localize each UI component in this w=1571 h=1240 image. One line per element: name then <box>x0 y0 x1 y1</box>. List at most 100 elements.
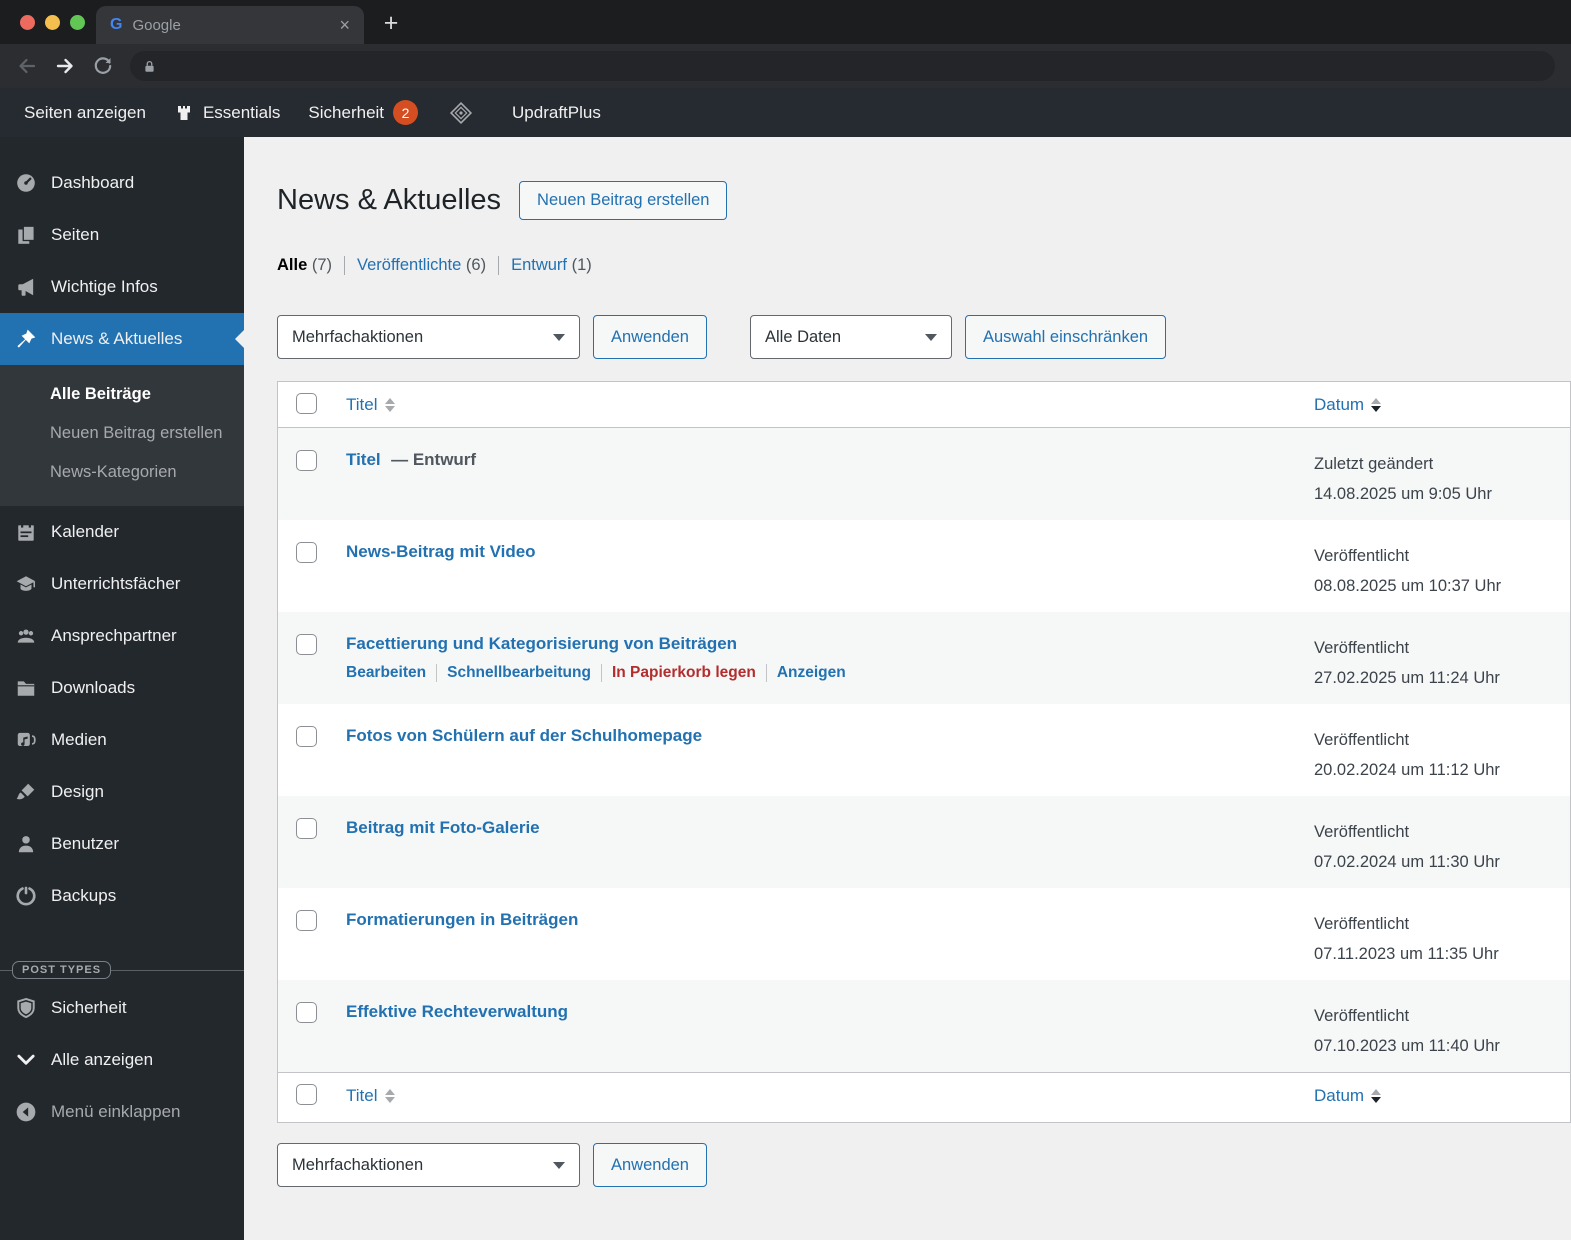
megaphone-icon <box>18 278 34 296</box>
trash-action-link[interactable]: In Papierkorb legen <box>602 664 767 682</box>
sidebar-item-benutzer[interactable]: Benutzer <box>0 818 244 870</box>
sort-arrows-icon <box>384 398 395 412</box>
post-date: 07.02.2024 um 11:30 Uhr <box>1314 853 1500 871</box>
minimize-window-button[interactable] <box>45 15 60 30</box>
select-all-checkbox[interactable] <box>296 393 317 414</box>
close-window-button[interactable] <box>20 15 35 30</box>
row-checkbox[interactable] <box>296 726 317 747</box>
admin-bar-diamond[interactable] <box>432 88 490 137</box>
brush-icon <box>16 783 35 800</box>
select-chevron-icon <box>924 333 937 341</box>
restrict-selection-button[interactable]: Auswahl einschränken <box>964 315 1167 359</box>
zoom-window-button[interactable] <box>70 15 85 30</box>
title-column-footer: Titel <box>346 1086 378 1105</box>
security-count-badge: 2 <box>393 100 419 125</box>
post-date: 14.08.2025 um 9:05 Uhr <box>1314 485 1492 503</box>
submenu-neuen-beitrag-erstellen[interactable]: Neuen Beitrag erstellen <box>0 414 244 453</box>
sort-arrows-icon <box>384 1089 395 1103</box>
table-header: Titel Datum <box>278 382 1570 428</box>
chevron-down-icon <box>17 1054 35 1065</box>
sidebar-label: Dashboard <box>51 173 135 192</box>
sort-by-title[interactable]: Titel <box>346 1086 395 1106</box>
sidebar-label: Design <box>51 782 104 801</box>
row-checkbox[interactable] <box>296 818 317 839</box>
post-title-link[interactable]: News-Beitrag mit Video <box>346 542 536 561</box>
user-icon <box>18 836 34 853</box>
table-row: Facettierung und Kategorisierung von Bei… <box>278 612 1570 704</box>
row-checkbox[interactable] <box>296 542 317 563</box>
sidebar-item-sicherheit[interactable]: Sicherheit <box>0 982 244 1034</box>
table-row: Titel — Entwurf Zuletzt geändert 14.08.2… <box>278 428 1570 520</box>
post-title-link[interactable]: Titel <box>346 450 381 469</box>
select-all-checkbox[interactable] <box>296 1084 317 1105</box>
post-types-separator: POST TYPES <box>0 958 244 982</box>
tab-close-icon[interactable]: × <box>339 15 350 36</box>
filter-count: (6) <box>465 256 487 274</box>
bulk-actions-select-bottom[interactable]: Mehrfachaktionen <box>277 1143 580 1187</box>
row-checkbox[interactable] <box>296 1002 317 1023</box>
calendar-icon <box>18 523 34 541</box>
sidebar-item-medien[interactable]: Medien <box>0 714 244 766</box>
news-submenu: Alle Beiträge Neuen Beitrag erstellen Ne… <box>0 365 244 506</box>
post-title-link[interactable]: Fotos von Schülern auf der Schulhomepage <box>346 726 702 745</box>
sidebar-item-kalender[interactable]: Kalender <box>0 506 244 558</box>
sidebar-item-wichtige-infos[interactable]: Wichtige Infos <box>0 261 244 313</box>
post-title-link[interactable]: Beitrag mit Foto-Galerie <box>346 818 540 837</box>
post-title-link[interactable]: Facettierung und Kategorisierung von Bei… <box>346 634 737 653</box>
admin-bar-security[interactable]: Sicherheit 2 <box>294 88 432 137</box>
post-title-link[interactable]: Formatierungen in Beiträgen <box>346 910 578 929</box>
essentials-label: Essentials <box>202 102 281 122</box>
bulk-actions-select[interactable]: Mehrfachaktionen <box>277 315 580 359</box>
admin-bar-updraftplus[interactable]: UpdraftPlus <box>490 88 615 137</box>
sidebar-item-dashboard[interactable]: Dashboard <box>0 157 244 209</box>
forward-icon[interactable] <box>54 55 76 77</box>
updraftplus-label: UpdraftPlus <box>512 102 601 122</box>
sort-by-date[interactable]: Datum <box>1314 395 1382 415</box>
sidebar-label: Ansprechpartner <box>51 626 177 645</box>
sidebar-item-design[interactable]: Design <box>0 766 244 818</box>
filter-veroeffentlichte[interactable]: Veröffentlichte (6) <box>345 256 500 275</box>
sort-by-title[interactable]: Titel <box>346 395 395 415</box>
row-checkbox[interactable] <box>296 910 317 931</box>
edit-action-link[interactable]: Bearbeiten <box>346 664 438 682</box>
sort-by-date[interactable]: Datum <box>1314 1086 1382 1106</box>
sidebar-item-news-aktuelles[interactable]: News & Aktuelles <box>0 313 244 365</box>
submenu-alle-beitraege[interactable]: Alle Beiträge <box>0 375 244 414</box>
apply-button[interactable]: Anwenden <box>593 315 707 359</box>
post-status: Veröffentlicht <box>1314 1007 1410 1025</box>
post-status: Zuletzt geändert <box>1314 455 1434 473</box>
row-checkbox[interactable] <box>296 634 317 655</box>
apply-button-bottom[interactable]: Anwenden <box>593 1143 707 1187</box>
filter-alle[interactable]: Alle (7) <box>277 256 346 275</box>
address-bar[interactable] <box>130 51 1555 81</box>
back-icon[interactable] <box>16 55 38 77</box>
sidebar-item-menue-einklappen[interactable]: Menü einklappen <box>0 1086 244 1138</box>
gauge-icon <box>17 174 35 192</box>
new-post-button[interactable]: Neuen Beitrag erstellen <box>519 181 728 220</box>
sidebar-item-backups[interactable]: Backups <box>0 870 244 922</box>
post-date: 07.10.2023 um 11:40 Uhr <box>1314 1037 1500 1055</box>
reload-icon[interactable] <box>92 55 114 77</box>
view-action-link[interactable]: Anzeigen <box>767 664 856 682</box>
sidebar-item-unterrichtsfaecher[interactable]: Unterrichtsfächer <box>0 558 244 610</box>
sidebar-item-ansprechpartner[interactable]: Ansprechpartner <box>0 610 244 662</box>
admin-bar-essentials[interactable]: Essentials <box>160 88 294 137</box>
admin-bar-view-pages[interactable]: Seiten anzeigen <box>10 88 160 137</box>
pages-icon <box>18 225 35 244</box>
post-title-link[interactable]: Effektive Rechteverwaltung <box>346 1002 568 1021</box>
sidebar-item-downloads[interactable]: Downloads <box>0 662 244 714</box>
filter-label: Alle <box>277 256 308 274</box>
row-checkbox[interactable] <box>296 450 317 471</box>
new-tab-button[interactable]: + <box>376 6 406 40</box>
submenu-news-kategorien[interactable]: News-Kategorien <box>0 453 244 492</box>
post-types-label: POST TYPES <box>12 961 112 979</box>
quick-edit-action-link[interactable]: Schnellbearbeitung <box>437 664 602 682</box>
shield-icon <box>17 997 35 1019</box>
browser-tab[interactable]: G Google × <box>96 6 364 44</box>
sidebar-item-seiten[interactable]: Seiten <box>0 209 244 261</box>
sidebar-label: Menü einklappen <box>51 1102 181 1121</box>
sidebar-item-alle-anzeigen[interactable]: Alle anzeigen <box>0 1034 244 1086</box>
filter-entwurf[interactable]: Entwurf (1) <box>499 256 604 275</box>
date-filter-select[interactable]: Alle Daten <box>749 315 952 359</box>
filter-count: (1) <box>571 256 592 274</box>
